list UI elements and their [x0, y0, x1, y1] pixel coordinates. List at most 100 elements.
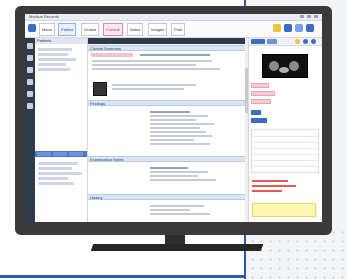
window-titlebar: Medical Records: [25, 14, 322, 21]
accent-bottom-line: [0, 275, 246, 278]
toolbar-button-orders[interactable]: Orders: [81, 23, 100, 36]
grid-row: [252, 148, 318, 149]
text-line: [140, 54, 210, 56]
toolbar-button-patient[interactable]: Patient: [58, 23, 77, 36]
help-icon[interactable]: [306, 24, 314, 32]
sticky-note[interactable]: [252, 203, 316, 217]
section-header: Clinical Summary: [88, 45, 248, 51]
grid-row: [252, 160, 318, 161]
center-header: [88, 38, 248, 44]
text-line: [150, 179, 216, 181]
minimize-icon[interactable]: [300, 15, 304, 18]
image-blob: [269, 61, 279, 71]
patient-list-item[interactable]: [38, 53, 68, 56]
section-header: Examination Notes: [88, 156, 248, 162]
nav-patients-icon[interactable]: [27, 55, 33, 61]
patient-list-item[interactable]: [38, 68, 70, 71]
medical-image-preview[interactable]: [262, 54, 308, 78]
nav-reports-icon[interactable]: [27, 103, 33, 109]
patient-list-item[interactable]: [38, 63, 66, 66]
grid-row: [252, 142, 318, 143]
text-line: [92, 64, 196, 66]
dot-pattern: [248, 228, 347, 279]
lower-tabs: [35, 151, 87, 157]
maximize-icon[interactable]: [307, 15, 311, 18]
toolbar-button-consult[interactable]: Consult: [103, 23, 123, 36]
close-icon[interactable]: [314, 15, 318, 18]
pink-flag: [251, 83, 269, 88]
text-line: [112, 84, 196, 86]
image-thumbnail[interactable]: [93, 82, 107, 96]
blue-tag[interactable]: [251, 118, 267, 123]
text-line: [112, 88, 184, 90]
text-line: [150, 143, 210, 145]
user-icon[interactable]: [295, 24, 303, 32]
text-line: [150, 175, 198, 177]
data-grid: [251, 129, 319, 173]
text-line: [150, 205, 204, 207]
detail-line: [38, 182, 74, 185]
alert-text-line: [252, 190, 282, 192]
text-line: [150, 139, 194, 141]
detail-line: [38, 167, 72, 170]
monitor-stand-base: [90, 244, 264, 251]
grid-row: [252, 166, 318, 167]
text-line: [150, 171, 208, 173]
tab-2[interactable]: [53, 152, 67, 156]
home-icon[interactable]: [28, 24, 36, 32]
right-panel: [249, 38, 322, 222]
toolbar-button-menu[interactable]: Menu: [39, 23, 56, 36]
text-line: [150, 209, 190, 211]
grid-row: [252, 136, 318, 137]
text-line: [150, 111, 190, 113]
section-header: Findings: [88, 100, 248, 106]
section-header: History: [88, 194, 248, 200]
expand-icon[interactable]: [311, 39, 316, 44]
alert-text-line: [252, 180, 288, 182]
nav-calendar-icon[interactable]: [27, 67, 33, 73]
text-line: [150, 167, 188, 169]
detail-line: [38, 177, 68, 180]
text-line: [92, 68, 220, 70]
text-line: [150, 135, 212, 137]
notification-icon[interactable]: [295, 39, 300, 44]
center-scrollbar[interactable]: [245, 38, 248, 222]
pink-flag: [251, 91, 275, 96]
text-line: [92, 60, 212, 62]
toolbar-button-print[interactable]: Print: [171, 23, 186, 36]
text-line: [150, 127, 200, 129]
text-line: [150, 213, 210, 215]
center-scrollbar-thumb[interactable]: [245, 68, 248, 113]
nav-dashboard-icon[interactable]: [27, 43, 33, 49]
tab-1[interactable]: [37, 152, 51, 156]
patient-list-header: Patients: [35, 38, 87, 44]
blue-tag[interactable]: [251, 110, 261, 115]
text-line: [150, 131, 206, 133]
right-edit-button[interactable]: [267, 39, 277, 44]
tab-3[interactable]: [69, 152, 83, 156]
nav-messages-icon[interactable]: [27, 91, 33, 97]
pink-flag: [251, 99, 271, 104]
settings-icon[interactable]: [284, 24, 292, 32]
patient-list-item[interactable]: [38, 58, 76, 61]
text-line: [150, 123, 214, 125]
image-blob: [279, 67, 289, 73]
toolbar-button-notes[interactable]: Notes: [127, 23, 144, 36]
monitor-screen: Medical Records Menu Patient Orders Cons…: [25, 14, 322, 222]
text-line: [150, 119, 196, 121]
right-view-button[interactable]: [251, 39, 265, 44]
window-title: Medical Records: [29, 14, 59, 19]
refresh-icon[interactable]: [303, 39, 308, 44]
detail-line: [38, 162, 78, 165]
alert-icon[interactable]: [273, 24, 281, 32]
toolbar-button-images[interactable]: Images: [148, 23, 168, 36]
grid-row: [252, 154, 318, 155]
highlight-strip: [91, 53, 133, 57]
patient-list-item[interactable]: [38, 48, 72, 51]
right-panel-header: [249, 38, 322, 46]
text-line: [150, 115, 208, 117]
nav-records-icon[interactable]: [27, 79, 33, 85]
window-controls: [300, 15, 318, 18]
image-blob: [289, 61, 299, 71]
detail-line: [38, 172, 82, 175]
